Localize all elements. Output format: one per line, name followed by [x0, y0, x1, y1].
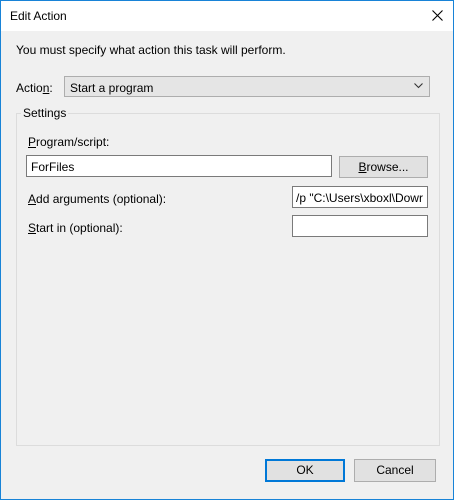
action-dropdown[interactable]: Start a program — [64, 76, 430, 97]
title-bar: Edit Action — [1, 1, 453, 31]
program-script-value: ForFiles — [31, 160, 75, 174]
action-label: Action: — [16, 81, 53, 95]
action-selected-value: Start a program — [70, 81, 154, 95]
chevron-down-icon — [414, 83, 423, 89]
program-script-label: Program/script: — [28, 135, 110, 149]
add-arguments-input[interactable]: /p "C:\Users\xboxl\Dowr — [292, 186, 428, 208]
cancel-button[interactable]: Cancel — [354, 459, 436, 482]
add-arguments-value: /p "C:\Users\xboxl\Dowr — [296, 191, 423, 205]
start-in-input[interactable] — [292, 215, 428, 237]
program-script-input[interactable]: ForFiles — [26, 155, 332, 177]
browse-button[interactable]: Browse... — [339, 156, 428, 178]
close-button[interactable] — [423, 1, 453, 31]
close-icon — [432, 10, 443, 21]
settings-group-label: Settings — [21, 106, 69, 120]
instruction-text: You must specify what action this task w… — [16, 43, 286, 57]
ok-button[interactable]: OK — [265, 459, 345, 482]
add-arguments-label: Add arguments (optional): — [28, 192, 167, 206]
window-title: Edit Action — [10, 9, 67, 23]
start-in-label: Start in (optional): — [28, 221, 123, 235]
